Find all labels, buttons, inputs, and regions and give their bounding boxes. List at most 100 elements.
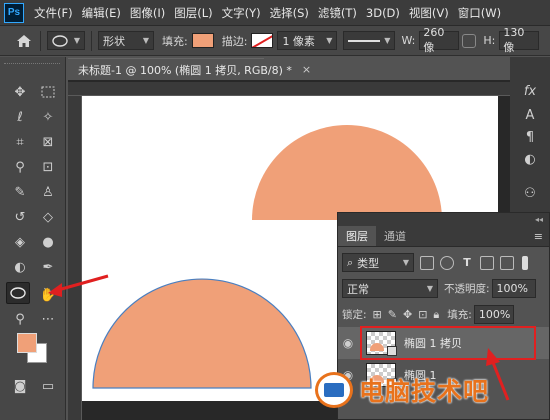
horizontal-ruler[interactable] <box>68 82 510 96</box>
fill-color-swatch[interactable] <box>191 33 214 48</box>
stroke-label: 描边: <box>221 34 248 48</box>
shape-filter-icon[interactable] <box>480 255 494 270</box>
panel-header: ◂◂ <box>338 213 549 225</box>
paragraph-icon[interactable]: ¶ <box>520 127 540 147</box>
paint-bucket-tool-icon[interactable]: ◈ <box>8 231 32 253</box>
tab-channels[interactable]: 通道 <box>376 226 414 246</box>
chevron-down-icon: ▼ <box>384 36 391 45</box>
ellipse-preset-icon <box>52 34 68 47</box>
filter-kind-select[interactable]: ⌕ 类型 ▼ <box>342 253 414 272</box>
opacity-value: 100% <box>496 282 528 295</box>
stroke-line-icon <box>348 39 381 42</box>
smart-object-filter-icon[interactable] <box>500 255 514 270</box>
menu-bar: Ps 文件(F) 编辑(E) 图像(I) 图层(L) 文字(Y) 选择(S) 滤… <box>0 0 550 26</box>
tool-mode-value: 形状 <box>103 34 125 48</box>
crop-tool-icon[interactable]: ⌗ <box>8 131 32 153</box>
panel-grip[interactable] <box>4 63 60 67</box>
fill-label: 填充: <box>447 309 472 321</box>
chevron-down-icon: ▼ <box>326 36 333 45</box>
visibility-eye-icon[interactable]: ◉ <box>338 336 358 350</box>
menu-file[interactable]: 文件(F) <box>34 5 73 21</box>
layer-filter-row: ⌕ 类型 ▼ T <box>338 253 549 272</box>
menu-image[interactable]: 图像(I) <box>130 5 165 21</box>
fill-label: 填充: <box>162 34 188 48</box>
search-icon: ⌕ <box>347 255 354 269</box>
link-dimensions-icon[interactable] <box>462 33 477 48</box>
eraser-tool-icon[interactable]: ◇ <box>36 206 60 228</box>
move-tool-icon[interactable]: ✥ <box>8 81 32 103</box>
tool-mode-select[interactable]: 形状 ▼ <box>98 31 154 50</box>
width-field[interactable]: 260 像 <box>419 26 460 54</box>
watermark-text: 电脑技术吧 <box>359 377 490 406</box>
eyedropper-tool-icon[interactable]: ⚲ <box>8 156 32 178</box>
stroke-type-picker[interactable]: ▼ <box>343 31 396 50</box>
fx-icon[interactable]: fx <box>520 81 540 101</box>
ellipse-tool-icon[interactable] <box>6 282 30 304</box>
zoom-tool-icon[interactable]: ⚲ <box>8 308 32 330</box>
brush-tool-icon[interactable]: ✎ <box>8 181 32 203</box>
lock-position-icon[interactable]: ✥ <box>403 308 412 321</box>
home-icon[interactable] <box>14 31 34 51</box>
more-tools-icon[interactable]: ⋯ <box>36 308 60 330</box>
frame-tool-icon[interactable]: ⊠ <box>36 131 60 153</box>
dodge-tool-icon[interactable]: ◐ <box>8 256 32 278</box>
lock-row: 锁定: ⊞ ✎ ✥ ⊡ 🔒︎ 填充: 100% <box>338 305 549 324</box>
clone-stamp-tool-icon[interactable]: ♙ <box>36 181 60 203</box>
lasso-tool-icon[interactable]: ℓ <box>8 106 32 128</box>
chevron-down-icon: ▼ <box>426 284 433 293</box>
lock-label: 锁定: <box>342 309 367 321</box>
opacity-field[interactable]: 100% <box>491 279 536 298</box>
blend-mode-select[interactable]: 正常 ▼ <box>342 279 438 298</box>
opacity-label: 不透明度: <box>444 283 490 295</box>
menu-layer[interactable]: 图层(L) <box>174 5 212 21</box>
lock-transparent-icon[interactable]: ⊞ <box>373 308 382 321</box>
adjustments-icon[interactable]: ◐ <box>520 149 540 169</box>
menu-window[interactable]: 窗口(W) <box>458 5 501 21</box>
stroke-color-swatch[interactable] <box>251 33 274 48</box>
filter-toggle-icon[interactable] <box>522 255 528 270</box>
foreground-color-swatch[interactable] <box>17 333 37 353</box>
marquee-tool-icon[interactable] <box>36 81 60 103</box>
tool-preset-picker[interactable]: ▼ <box>47 31 85 50</box>
screen-mode-icon[interactable]: ▭ <box>36 375 60 397</box>
filter-kind-value: 类型 <box>357 256 380 270</box>
menu-edit[interactable]: 编辑(E) <box>82 5 121 21</box>
blur-tool-icon[interactable]: ● <box>36 231 60 253</box>
document-tab-title: 未标题-1 @ 100% (椭圆 1 拷贝, RGB/8) * <box>78 63 292 77</box>
height-field[interactable]: 130 像 <box>499 26 540 54</box>
quick-mask-icon[interactable]: ◙ <box>8 375 32 397</box>
pixel-filter-icon[interactable] <box>420 255 434 270</box>
fill-field[interactable]: 100% <box>473 305 514 324</box>
blend-row: 正常 ▼ 不透明度: 100% <box>338 279 549 298</box>
history-brush-tool-icon[interactable]: ↺ <box>8 206 32 228</box>
stroke-width-field[interactable]: 1 像素 ▼ <box>277 31 338 50</box>
document-tab[interactable]: 未标题-1 @ 100% (椭圆 1 拷贝, RGB/8) * × <box>68 58 311 80</box>
menu-filter[interactable]: 滤镜(T) <box>318 5 357 21</box>
panel-menu-icon[interactable]: ≡ <box>534 226 549 246</box>
menu-3d[interactable]: 3D(D) <box>366 6 400 20</box>
annotation-arrow <box>48 274 109 297</box>
close-icon[interactable]: × <box>302 63 311 76</box>
photoshop-logo: Ps <box>4 2 24 23</box>
type-filter-icon[interactable]: T <box>460 256 474 270</box>
fill-value: 100% <box>478 308 511 321</box>
menu-type[interactable]: 文字(Y) <box>222 5 261 21</box>
vertical-ruler[interactable] <box>68 96 82 420</box>
height-label: H: <box>483 34 496 47</box>
chevron-down-icon: ▼ <box>402 258 409 267</box>
menu-select[interactable]: 选择(S) <box>270 5 309 21</box>
magic-wand-tool-icon[interactable]: ✧ <box>36 106 60 128</box>
collapse-icon[interactable]: ◂◂ <box>535 215 543 224</box>
adjustment-filter-icon[interactable] <box>440 255 454 270</box>
watermark-logo-icon <box>315 372 353 408</box>
menu-view[interactable]: 视图(V) <box>409 5 449 21</box>
watermark: 电脑技术吧 <box>315 372 489 408</box>
tab-layers[interactable]: 图层 <box>338 226 376 246</box>
character-icon[interactable]: A <box>520 105 540 125</box>
lock-artboard-icon[interactable]: ⊡ <box>418 308 427 321</box>
spot-healing-tool-icon[interactable]: ⊡ <box>36 156 60 178</box>
lock-all-icon[interactable]: 🔒︎ <box>433 308 439 322</box>
paths-icon[interactable]: ⚇ <box>520 183 540 203</box>
width-label: W: <box>401 34 416 47</box>
lock-pixels-icon[interactable]: ✎ <box>388 308 397 321</box>
